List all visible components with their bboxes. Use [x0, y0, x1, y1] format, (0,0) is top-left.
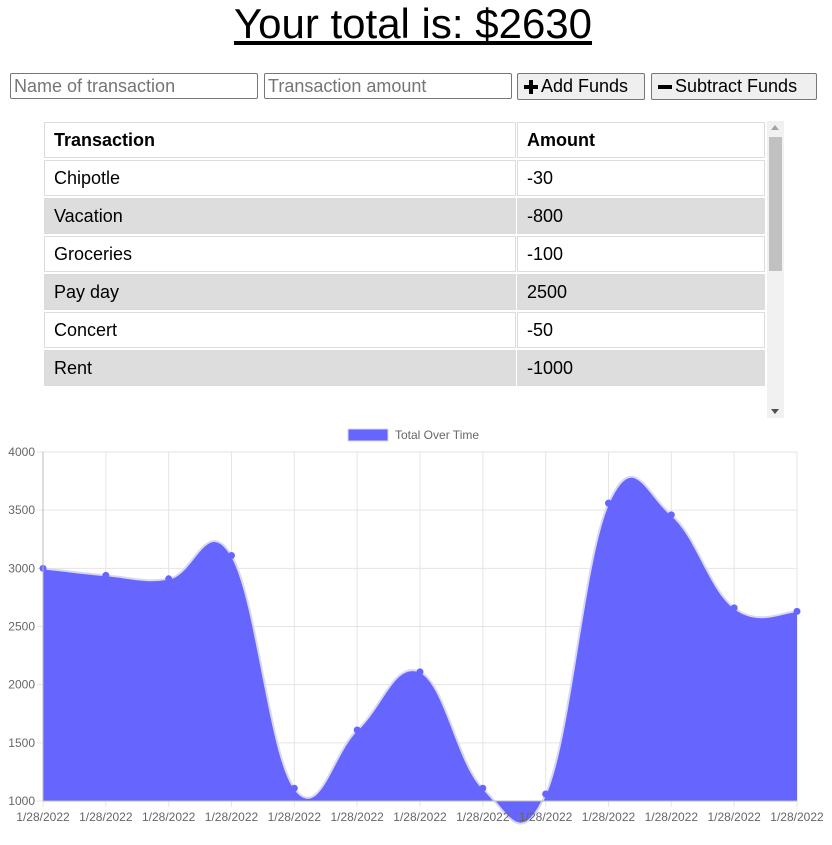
x-tick-label: 1/28/2022	[142, 810, 196, 824]
total-over-time-chart: 1000 1500 2000 2500 3000 3500 4000 1/28/2022 1/2…	[8, 428, 824, 825]
y-tick-label: 1500	[8, 736, 35, 750]
x-tick-label: 1/28/2022	[268, 810, 322, 824]
transaction-amount: -50	[517, 312, 765, 348]
transaction-amount: 2500	[517, 274, 765, 310]
y-tick-label: 1000	[8, 794, 35, 808]
x-tick-label: 1/28/2022	[16, 810, 70, 824]
table-row: Concert -50	[44, 312, 765, 348]
transaction-name-input[interactable]	[10, 73, 258, 99]
x-tick-label: 1/28/2022	[582, 810, 636, 824]
table-row: Rent -1000	[44, 350, 765, 386]
plus-icon	[524, 79, 538, 94]
data-point	[667, 511, 675, 519]
data-point	[165, 575, 173, 583]
data-point	[228, 552, 235, 560]
y-tick-label: 3500	[8, 503, 35, 517]
data-point	[542, 790, 550, 798]
scroll-up-arrow-icon[interactable]	[771, 125, 779, 130]
transaction-name: Groceries	[44, 236, 516, 272]
x-tick-label: 1/28/2022	[707, 810, 761, 824]
data-point	[102, 571, 110, 579]
legend-swatch	[347, 428, 389, 442]
data-point	[353, 726, 361, 734]
transaction-amount: -1000	[517, 350, 765, 386]
x-tick-label: 1/28/2022	[393, 810, 447, 824]
data-point	[605, 499, 612, 507]
transaction-amount: -30	[517, 160, 765, 196]
x-tick-label: 1/28/2022	[330, 810, 384, 824]
transaction-name: Chipotle	[44, 160, 516, 196]
x-tick-label: 1/28/2022	[770, 810, 824, 824]
data-point	[290, 784, 298, 792]
add-funds-label: Add Funds	[541, 76, 629, 96]
table-row: Vacation -800	[44, 198, 765, 234]
scroll-down-arrow-icon[interactable]	[771, 409, 779, 414]
table-scrollbar[interactable]	[767, 121, 784, 418]
table-row: Chipotle -30	[44, 160, 765, 196]
add-funds-button[interactable]: Add Funds	[517, 73, 645, 100]
transaction-amount: -800	[517, 198, 765, 234]
scroll-thumb[interactable]	[769, 137, 782, 271]
transaction-name: Rent	[44, 350, 516, 386]
data-point	[479, 784, 487, 792]
table-row: Pay day 2500	[44, 274, 765, 310]
subtract-funds-label: Subtract Funds	[675, 76, 798, 96]
x-tick-label: 1/28/2022	[519, 810, 573, 824]
transaction-amount: -100	[517, 236, 765, 272]
transaction-name: Vacation	[44, 198, 516, 234]
header-amount: Amount	[517, 122, 765, 158]
transactions-table-container[interactable]: Transaction Amount Chipotle -30 Vacation…	[43, 121, 784, 418]
y-tick-label: 2000	[8, 678, 35, 692]
x-tick-label: 1/28/2022	[205, 810, 259, 824]
data-point	[793, 607, 801, 615]
y-tick-label: 2500	[8, 620, 35, 634]
transaction-name: Concert	[44, 312, 516, 348]
total-heading: Your total is: $2630	[233, 0, 593, 47]
data-point	[730, 604, 738, 612]
y-tick-label: 4000	[8, 445, 35, 459]
transaction-name: Pay day	[44, 274, 516, 310]
subtract-funds-button[interactable]: Subtract Funds	[651, 73, 817, 100]
transactions-table: Transaction Amount Chipotle -30 Vacation…	[43, 121, 766, 388]
data-point	[416, 668, 424, 676]
y-tick-label: 3000	[8, 561, 35, 575]
minus-icon	[658, 80, 672, 94]
x-tick-label: 1/28/2022	[79, 810, 133, 824]
header-transaction: Transaction	[44, 122, 516, 158]
x-tick-label: 1/28/2022	[645, 810, 699, 824]
x-tick-label: 1/28/2022	[456, 810, 510, 824]
transaction-amount-input[interactable]	[264, 73, 512, 99]
legend-label: Total Over Time	[395, 428, 479, 442]
table-row: Groceries -100	[44, 236, 765, 272]
